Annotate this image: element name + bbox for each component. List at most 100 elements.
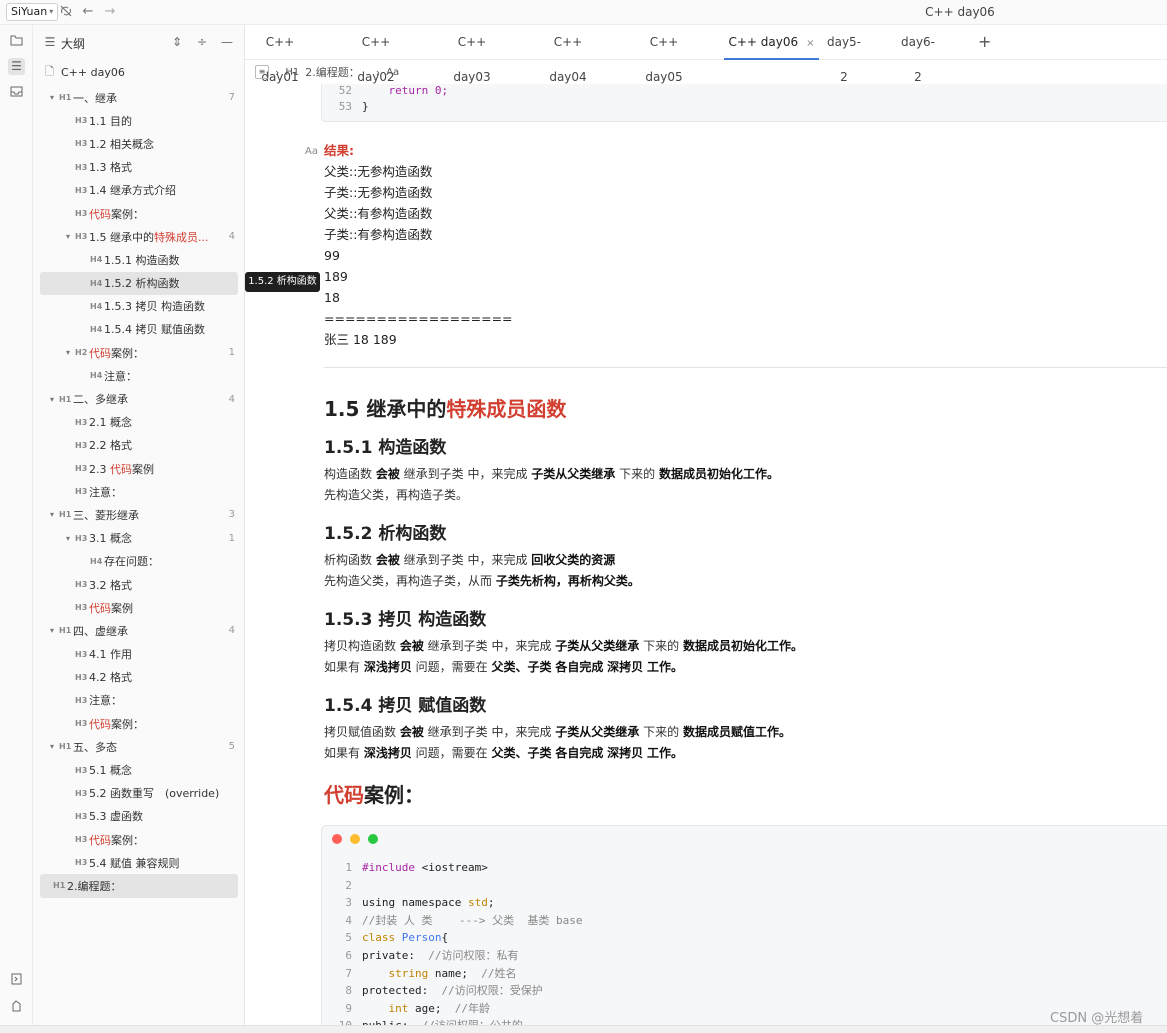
outline-item[interactable]: ▾ H3 3.1 概念 1 <box>33 527 245 550</box>
expand-collapse-icon[interactable]: ⇕ <box>170 35 184 49</box>
outline-doc-title-row[interactable]: 🗋 C++ day06 <box>45 61 235 84</box>
text-run: 先构造父类，再构造子类，从而 <box>324 574 496 588</box>
tab-day5-2[interactable]: day5-2 <box>825 25 863 84</box>
tab-c-day06[interactable]: C++ day06 × <box>724 25 819 60</box>
label-red-part: 代码 <box>89 207 111 221</box>
block-type-icon[interactable]: Aa <box>305 146 318 157</box>
code-block[interactable]: 1 #include <iostream> 2 3 using namespace st… <box>321 825 1167 1025</box>
line-number: 9 <box>345 1001 352 1015</box>
line-number: 53 <box>338 100 352 113</box>
code-token: age; <box>408 1001 455 1015</box>
chevron-down-icon[interactable]: ▾ <box>63 232 73 241</box>
outline-item-label: 3.2 格式 <box>89 577 132 593</box>
minimize-dot <box>350 834 360 844</box>
outline-item[interactable]: H3 2.2 格式 <box>33 434 245 457</box>
outline-item[interactable]: H3 代码案例 <box>33 596 245 619</box>
code-token: ; <box>487 896 495 910</box>
outline-item[interactable]: H3 5.4 赋值 兼容规则 <box>33 851 245 874</box>
outline-item[interactable]: ▾ H1 一、继承 7 <box>33 86 245 109</box>
outline-item[interactable]: H3 代码案例： <box>33 712 245 735</box>
outline-item[interactable]: H3 代码案例： <box>33 828 245 851</box>
close-icon[interactable]: × <box>806 38 814 49</box>
forward-arrow-icon[interactable]: → <box>102 4 118 20</box>
outline-item[interactable]: H3 5.2 函数重写 (override) <box>33 782 245 805</box>
outline-item[interactable]: H3 3.2 格式 <box>33 573 245 596</box>
tab-day6-2[interactable]: day6-2 <box>898 25 938 84</box>
outline-item[interactable]: ▾ H3 1.5 继承中的特殊成员... 4 <box>33 225 245 248</box>
outline-item-label: 1.1 目的 <box>89 113 132 129</box>
back-arrow-icon[interactable]: ← <box>80 4 96 20</box>
minimize-icon[interactable]: — <box>220 35 234 49</box>
label-part: 三、菱形继承 <box>73 508 139 522</box>
label-part: 二、多继承 <box>73 393 128 407</box>
outline-item[interactable]: H3 1.4 继承方式介绍 <box>33 179 245 202</box>
outline-item[interactable]: H3 1.1 目的 <box>33 109 245 132</box>
chevron-down-icon[interactable]: ▾ <box>47 510 57 519</box>
tab-c-day02[interactable]: C++ day02 <box>346 25 406 84</box>
label-part: 1.5.1 构造函数 <box>104 253 180 267</box>
workspace-button[interactable]: SiYuan ▾ <box>6 3 59 21</box>
tab-c-day04[interactable]: C++ day04 <box>538 25 598 84</box>
chevron-down-icon[interactable]: ▾ <box>63 534 73 543</box>
outline-item[interactable]: H3 5.1 概念 <box>33 758 245 781</box>
tab-c-day01[interactable]: C++ day01 <box>250 25 310 84</box>
breadcrumb-block[interactable]: Aa <box>386 67 399 78</box>
sync-off-icon[interactable] <box>58 4 74 20</box>
divider <box>324 367 1167 368</box>
outline-item[interactable]: H4 1.5.4 拷贝 赋值函数 <box>33 318 245 341</box>
outline-item[interactable]: H3 2.1 概念 <box>33 411 245 434</box>
outline-item[interactable]: H4 注意： <box>33 364 245 387</box>
chevron-down-icon[interactable]: ▾ <box>47 93 57 102</box>
heading-level-icon: H3 <box>75 464 88 474</box>
paragraph-line: 先构造父类，再构造子类。 <box>324 488 469 502</box>
inbox-icon[interactable] <box>8 85 25 102</box>
paragraph-line: 构造函数 会被 继承到子类 中，来完成 子类从父类继承 下来的 数据成员初始化工… <box>324 464 779 485</box>
outline-item[interactable]: H3 注意： <box>33 480 245 503</box>
text-run: 如果有 <box>324 746 364 760</box>
outline-item[interactable]: ▾ H1 二、多继承 4 <box>33 387 245 410</box>
outline-item[interactable]: H3 1.2 相关概念 <box>33 132 245 155</box>
outline-item[interactable]: H3 5.3 虚函数 <box>33 805 245 828</box>
chevron-down-icon[interactable]: ▾ <box>63 348 73 357</box>
chevron-down-icon[interactable]: ▾ <box>47 742 57 751</box>
document-icon[interactable]: ≡ <box>255 65 269 79</box>
outline-item[interactable]: H4 1.5.1 构造函数 <box>33 248 245 271</box>
chevron-down-icon[interactable]: ▾ <box>47 395 57 404</box>
outline-item-label: 存在问题： <box>104 553 159 569</box>
chevron-down-icon[interactable]: ▾ <box>47 626 57 635</box>
line-number: 5 <box>345 931 352 945</box>
outline-item[interactable]: H3 4.1 作用 <box>33 643 245 666</box>
text-run: 深拷贝 <box>607 746 644 760</box>
outline-item[interactable]: H4 1.5.2 析构函数 <box>40 271 238 295</box>
outline-item[interactable]: H4 1.5.3 拷贝 构造函数 <box>33 295 245 318</box>
tooltip: 1.5.2 析构函数 <box>245 272 320 292</box>
breadcrumb-heading[interactable]: 2.编程题： <box>305 64 360 80</box>
outline-item[interactable]: ▾ H2 代码案例： 1 <box>33 341 245 364</box>
collapse-all-icon[interactable]: ÷ <box>195 35 209 49</box>
outline-list: ▾ H1 一、继承 7 H3 1.1 目的 H3 1.2 相关概念 H3 1.3 格式 H3 1.4 … <box>33 86 245 898</box>
bookmark-icon[interactable] <box>8 973 25 990</box>
add-tab-icon[interactable]: + <box>978 32 991 51</box>
outline-item[interactable]: H1 2.编程题： <box>40 874 238 898</box>
item-count: 3 <box>228 509 235 521</box>
outline-item-label: 5.1 概念 <box>89 762 132 778</box>
tab-c-day03[interactable]: C++ day03 <box>442 25 502 84</box>
outline-item[interactable]: H3 2.3 代码案例 <box>33 457 245 480</box>
outline-item[interactable]: H3 注意： <box>33 689 245 712</box>
item-count: 7 <box>228 92 235 104</box>
tag-icon[interactable] <box>8 1000 25 1017</box>
outline-item[interactable]: H4 存在问题： <box>33 550 245 573</box>
tab-c-day05[interactable]: C++ day05 <box>634 25 694 84</box>
outline-item[interactable]: ▾ H1 三、菱形继承 3 <box>33 503 245 526</box>
outline-item[interactable]: H3 代码案例： <box>33 202 245 225</box>
heading-level-icon: H3 <box>75 811 88 821</box>
outline-item[interactable]: H3 4.2 格式 <box>33 666 245 689</box>
file-tree-icon[interactable] <box>8 34 25 51</box>
outline-icon[interactable]: ☰ <box>8 58 25 75</box>
outline-item[interactable]: ▾ H1 四、虚继承 4 <box>33 619 245 642</box>
code-line: 53} <box>322 98 369 115</box>
outline-item[interactable]: ▾ H1 五、多态 5 <box>33 735 245 758</box>
outline-item[interactable]: H3 1.3 格式 <box>33 156 245 179</box>
status-bar <box>0 1025 1167 1033</box>
heading-level-icon: H3 <box>75 162 88 172</box>
